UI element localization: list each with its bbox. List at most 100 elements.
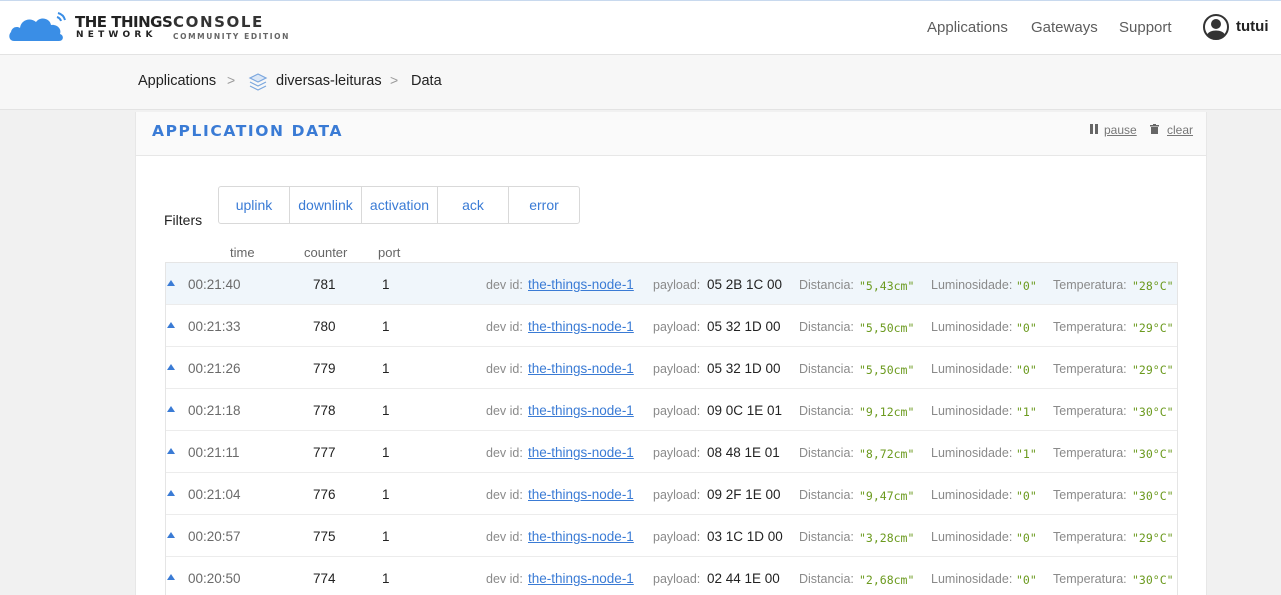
dev-id-label: dev id:	[486, 446, 523, 460]
breadcrumb-application[interactable]: diversas-leituras	[276, 73, 382, 89]
dev-id-link[interactable]: the-things-node-1	[528, 403, 634, 418]
clear-button[interactable]: clear	[1167, 123, 1193, 137]
dev-id-link[interactable]: the-things-node-1	[528, 277, 634, 292]
nav-applications[interactable]: Applications	[927, 19, 1008, 36]
brand-wordmark[interactable]: THE THINGS NETWORK	[75, 15, 173, 40]
filter-button-group: uplink downlink activation ack error	[218, 186, 580, 224]
console-subtitle: COMMUNITY EDITION	[173, 32, 291, 41]
temperatura-value: "29°C"	[1132, 363, 1174, 377]
row-port: 1	[382, 319, 390, 334]
column-header-port: port	[378, 245, 401, 260]
luminosidade-label: Luminosidade:	[931, 362, 1013, 376]
row-port: 1	[382, 529, 390, 544]
table-row[interactable]: 00:20:57 775 1 dev id: the-things-node-1 payl…	[166, 515, 1177, 557]
payload-value: 08 48 1E 01	[707, 445, 780, 460]
distancia-label: Distancia:	[799, 362, 854, 376]
row-time: 00:21:11	[188, 445, 240, 460]
payload-value: 03 1C 1D 00	[707, 529, 783, 544]
table-row[interactable]: 00:20:50 774 1 dev id: the-things-node-1 payl…	[166, 557, 1177, 595]
table-row[interactable]: 00:21:11 777 1 dev id: the-things-node-1 payl…	[166, 431, 1177, 473]
table-row[interactable]: 00:21:40 781 1 dev id: the-things-node-1 payl…	[166, 263, 1177, 305]
trash-icon[interactable]	[1150, 124, 1159, 134]
filters-label: Filters	[164, 212, 203, 228]
payload-value: 09 2F 1E 00	[707, 487, 781, 502]
dev-id-link[interactable]: the-things-node-1	[528, 571, 634, 586]
row-counter: 779	[313, 361, 336, 376]
row-port: 1	[382, 445, 390, 460]
row-counter: 781	[313, 277, 336, 292]
temperatura-label: Temperatura:	[1053, 362, 1127, 376]
payload-label: payload:	[653, 404, 701, 418]
payload-value: 05 32 1D 00	[707, 319, 781, 334]
temperatura-value: "30°C"	[1132, 573, 1174, 587]
distancia-value: "8,72cm"	[859, 447, 915, 461]
temperatura-value: "30°C"	[1132, 447, 1174, 461]
application-data-panel: APPLICATION DATA pause clear Filters upl…	[135, 112, 1207, 595]
uplink-arrow-icon	[167, 574, 175, 580]
luminosidade-label: Luminosidade:	[931, 530, 1013, 544]
ttn-cloud-logo[interactable]	[8, 11, 70, 43]
table-row[interactable]: 00:21:26 779 1 dev id: the-things-node-1 payl…	[166, 347, 1177, 389]
row-counter: 780	[313, 319, 336, 334]
row-port: 1	[382, 361, 390, 376]
row-time: 00:21:33	[188, 319, 241, 334]
temperatura-label: Temperatura:	[1053, 278, 1127, 292]
distancia-label: Distancia:	[799, 488, 854, 502]
row-counter: 778	[313, 403, 336, 418]
panel-header: APPLICATION DATA pause clear	[136, 112, 1206, 156]
table-row[interactable]: 00:21:33 780 1 dev id: the-things-node-1 payl…	[166, 305, 1177, 347]
pause-button[interactable]: pause	[1104, 123, 1137, 137]
distancia-value: "9,47cm"	[859, 489, 915, 503]
application-layers-icon	[248, 73, 268, 91]
luminosidade-label: Luminosidade:	[931, 446, 1013, 460]
breadcrumb-separator: >	[390, 72, 399, 88]
dev-id-label: dev id:	[486, 488, 523, 502]
breadcrumb-separator: >	[227, 72, 236, 88]
payload-label: payload:	[653, 488, 701, 502]
breadcrumb: Applications > diversas-leituras > Data	[0, 55, 1281, 110]
filter-ack[interactable]: ack	[438, 187, 509, 223]
column-header-time: time	[230, 245, 255, 260]
luminosidade-value: "0"	[1016, 363, 1037, 377]
table-row[interactable]: 00:21:04 776 1 dev id: the-things-node-1 payl…	[166, 473, 1177, 515]
user-avatar-icon[interactable]	[1203, 14, 1229, 40]
filter-activation[interactable]: activation	[362, 187, 438, 223]
dev-id-link[interactable]: the-things-node-1	[528, 319, 634, 334]
table-row[interactable]: 00:21:18 778 1 dev id: the-things-node-1 payl…	[166, 389, 1177, 431]
temperatura-value: "30°C"	[1132, 489, 1174, 503]
distancia-value: "5,50cm"	[859, 321, 915, 335]
dev-id-link[interactable]: the-things-node-1	[528, 529, 634, 544]
temperatura-label: Temperatura:	[1053, 530, 1127, 544]
distancia-label: Distancia:	[799, 530, 854, 544]
row-port: 1	[382, 571, 390, 586]
row-time: 00:20:50	[188, 571, 241, 586]
breadcrumb-applications[interactable]: Applications	[138, 73, 216, 89]
user-name[interactable]: tutui	[1236, 18, 1268, 35]
distancia-label: Distancia:	[799, 446, 854, 460]
filter-uplink[interactable]: uplink	[219, 187, 290, 223]
payload-label: payload:	[653, 278, 701, 292]
pause-icon[interactable]	[1090, 124, 1098, 134]
dev-id-link[interactable]: the-things-node-1	[528, 487, 634, 502]
nav-gateways[interactable]: Gateways	[1031, 19, 1098, 36]
column-header-counter: counter	[304, 245, 348, 260]
dev-id-link[interactable]: the-things-node-1	[528, 361, 634, 376]
row-port: 1	[382, 277, 390, 292]
dev-id-label: dev id:	[486, 362, 523, 376]
luminosidade-label: Luminosidade:	[931, 488, 1013, 502]
row-counter: 776	[313, 487, 336, 502]
row-port: 1	[382, 487, 390, 502]
row-counter: 774	[313, 571, 336, 586]
filter-error[interactable]: error	[509, 187, 579, 223]
row-time: 00:21:04	[188, 487, 241, 502]
dev-id-link[interactable]: the-things-node-1	[528, 445, 634, 460]
luminosidade-value: "1"	[1016, 405, 1037, 419]
uplink-arrow-icon	[167, 322, 175, 328]
luminosidade-value: "0"	[1016, 531, 1037, 545]
nav-support[interactable]: Support	[1119, 19, 1172, 36]
filter-downlink[interactable]: downlink	[290, 187, 362, 223]
luminosidade-value: "0"	[1016, 321, 1037, 335]
panel-title: APPLICATION DATA	[152, 122, 344, 140]
console-title: CONSOLE	[173, 13, 264, 31]
temperatura-value: "30°C"	[1132, 405, 1174, 419]
